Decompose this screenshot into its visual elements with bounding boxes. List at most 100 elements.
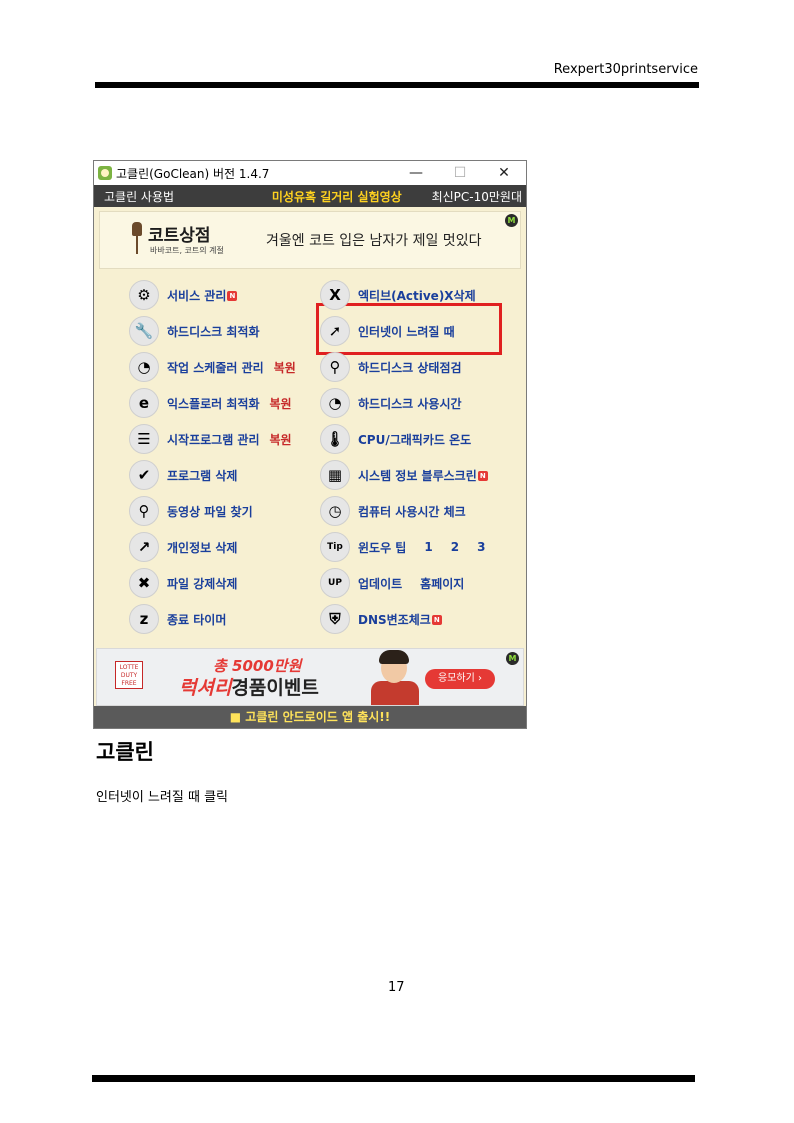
ad-apply-button[interactable]: 응모하기 › — [425, 669, 495, 689]
right-menu-item-6[interactable]: ▦ 시스템 정보 블루스크린 N — [320, 459, 488, 491]
restore-link[interactable]: 복원 — [270, 395, 292, 412]
right-menu-item-label: 시스템 정보 블루스크린 N — [358, 467, 488, 484]
right-menu-item-9[interactable]: UP 업데이트 홈페이지 — [320, 567, 464, 599]
mannequin-icon — [132, 222, 142, 258]
right-menu-item-label: 인터넷이 느려질 때 — [358, 324, 455, 339]
left-menu-item-label: 파일 강제삭제 — [167, 576, 238, 591]
right-menu-item-extra-link[interactable]: 홈페이지 — [420, 575, 464, 592]
restore-link[interactable]: 복원 — [270, 431, 292, 448]
left-menu-item-label: 시작프로그램 관리 — [167, 432, 260, 447]
top-ad-banner[interactable]: 코트상점 바바코트, 코트의 계절 겨울엔 코트 입은 남자가 제일 멋있다 M — [99, 211, 521, 269]
menu-usage-link[interactable]: 고클린 사용법 — [94, 188, 242, 205]
right-menu-item-7[interactable]: ◷ 컴퓨터 사용시간 체크 — [320, 495, 466, 527]
goclean-window: 고클린(GoClean) 버전 1.4.7 — ☐ ✕ 고클린 사용법 미성유혹… — [93, 160, 527, 729]
left-menu-item-8-icon: ↗ — [129, 532, 159, 562]
right-menu-item-label: 하드디스크 사용시간 — [358, 396, 462, 411]
right-menu-item-5[interactable]: 🌡 CPU/그래픽카드 온도 — [320, 423, 471, 455]
bottom-ad-banner[interactable]: LOTTE DUTY FREE 총 5000만원 럭셔리경품이벤트 응모하기 ›… — [96, 648, 524, 706]
ad-luxury-text: 럭셔리 — [179, 677, 232, 699]
left-menu-item-4-icon: e — [129, 388, 159, 418]
left-menu-item-label: 익스플로러 최적화 — [167, 396, 260, 411]
right-menu-item-label: 컴퓨터 사용시간 체크 — [358, 504, 466, 519]
left-menu-item-1[interactable]: ⚙ 서비스 관리 N — [129, 279, 238, 311]
left-menu-item-label: 작업 스케줄러 관리 — [167, 360, 264, 375]
left-menu-item-10[interactable]: z 종료 타이머 — [129, 603, 226, 635]
menu-video-link[interactable]: 미성유혹 길거리 실험영상 — [242, 188, 432, 205]
right-menu-item-2[interactable]: ➚ 인터넷이 느려질 때 — [320, 315, 455, 347]
ad-event-text: 럭셔리경품이벤트 — [179, 673, 319, 700]
right-menu-item-3-icon: ⚲ — [320, 352, 350, 382]
right-menu-item-label: 하드디스크 상태점검 — [358, 360, 462, 375]
right-menu-item-8[interactable]: Tip 윈도우 팁 1 2 3 — [320, 531, 485, 563]
new-badge-icon: N — [431, 615, 442, 625]
right-menu-item-9-icon: UP — [320, 568, 350, 598]
left-menu-item-3-icon: ◔ — [129, 352, 159, 382]
android-app-link[interactable]: ■ 고클린 안드로이드 앱 출시!! — [94, 706, 526, 728]
header-rule — [95, 82, 699, 88]
left-menu-item-7[interactable]: ⚲ 동영상 파일 찾기 — [129, 495, 253, 527]
banner-badge-icon: M — [505, 214, 518, 227]
lotte-duty-free-logo: LOTTE DUTY FREE — [115, 661, 143, 689]
right-menu-item-4[interactable]: ◔ 하드디스크 사용시간 — [320, 387, 462, 419]
left-menu-item-label: 서비스 관리 N — [167, 287, 238, 304]
doc-heading: 고클린 — [96, 740, 154, 764]
goclean-app-icon — [98, 166, 112, 180]
left-menu-item-1-icon: ⚙ — [129, 280, 159, 310]
shop-slogan: 겨울엔 코트 입은 남자가 제일 멋있다 — [266, 233, 482, 249]
new-badge-icon: N — [477, 471, 488, 481]
left-menu-item-2[interactable]: 🔧 하드디스크 최적화 — [129, 315, 260, 347]
shop-subtitle: 바바코트, 코트의 계절 — [150, 246, 224, 255]
left-menu-item-6[interactable]: ✔ 프로그램 삭제 — [129, 459, 237, 491]
ad-model-image — [367, 649, 423, 705]
right-menu-item-4-icon: ◔ — [320, 388, 350, 418]
left-menu-item-6-icon: ✔ — [129, 460, 159, 490]
right-menu-item-label: CPU/그래픽카드 온도 — [358, 432, 472, 447]
doc-body-text: 인터넷이 느려질 때 클릭 — [96, 790, 228, 805]
left-menu-item-4[interactable]: e 익스플로러 최적화 복원 — [129, 387, 292, 419]
left-menu-item-9[interactable]: ✖ 파일 강제삭제 — [129, 567, 237, 599]
left-menu-item-label: 하드디스크 최적화 — [167, 324, 260, 339]
right-menu-item-8-icon: Tip — [320, 532, 350, 562]
minimize-button[interactable]: — — [394, 165, 438, 181]
right-menu-item-extra-link[interactable]: 2 — [451, 540, 459, 554]
new-badge-icon: N — [227, 291, 238, 301]
left-menu-item-9-icon: ✖ — [129, 568, 159, 598]
right-menu-item-5-icon: 🌡 — [320, 424, 350, 454]
ad-badge-icon: M — [506, 652, 519, 665]
right-menu-item-1[interactable]: X 엑티브(Active)X삭제 — [320, 279, 476, 311]
title-bar: 고클린(GoClean) 버전 1.4.7 — ☐ ✕ — [94, 161, 526, 185]
left-menu-item-label: 프로그램 삭제 — [167, 468, 238, 483]
right-menu-item-2-icon: ➚ — [320, 316, 350, 346]
left-menu-item-5[interactable]: ☰ 시작프로그램 관리 복원 — [129, 423, 292, 455]
right-menu-item-6-icon: ▦ — [320, 460, 350, 490]
shop-name: 코트상점 — [148, 226, 211, 246]
right-menu-item-10[interactable]: ⛨ DNS변조체크 N — [320, 603, 442, 635]
left-menu-item-label: 개인정보 삭제 — [167, 540, 238, 555]
right-menu-item-7-icon: ◷ — [320, 496, 350, 526]
right-menu-item-1-icon: X — [320, 280, 350, 310]
right-menu-item-10-icon: ⛨ — [320, 604, 350, 634]
right-menu-item-label: DNS변조체크 N — [358, 611, 442, 628]
menu-bar: 고클린 사용법 미성유혹 길거리 실험영상 최신PC-10만원대 — [94, 185, 526, 207]
page-header-text: Rexpert30printservice — [553, 62, 698, 77]
left-menu-item-10-icon: z — [129, 604, 159, 634]
close-button[interactable]: ✕ — [482, 165, 526, 181]
left-menu-item-7-icon: ⚲ — [129, 496, 159, 526]
window-title: 고클린(GoClean) 버전 1.4.7 — [116, 166, 270, 181]
left-menu-item-3[interactable]: ◔ 작업 스케줄러 관리 복원 — [129, 351, 296, 383]
left-menu-item-label: 종료 타이머 — [167, 612, 227, 627]
left-menu-item-label: 동영상 파일 찾기 — [167, 504, 253, 519]
menu-pc-link[interactable]: 최신PC-10만원대 — [432, 188, 526, 205]
right-menu-item-label: 업데이트 — [358, 576, 403, 591]
left-menu-item-8[interactable]: ↗ 개인정보 삭제 — [129, 531, 237, 563]
page-number: 17 — [388, 980, 405, 995]
right-menu-item-label: 엑티브(Active)X삭제 — [358, 288, 476, 303]
right-menu-item-extra-link[interactable]: 3 — [477, 540, 485, 554]
left-menu-item-5-icon: ☰ — [129, 424, 159, 454]
right-menu-item-label: 윈도우 팁 — [358, 540, 407, 555]
right-menu-item-3[interactable]: ⚲ 하드디스크 상태점검 — [320, 351, 462, 383]
footer-rule — [92, 1075, 695, 1082]
maximize-button[interactable]: ☐ — [438, 165, 482, 181]
right-menu-item-extra-link[interactable]: 1 — [424, 540, 432, 554]
restore-link[interactable]: 복원 — [274, 359, 296, 376]
